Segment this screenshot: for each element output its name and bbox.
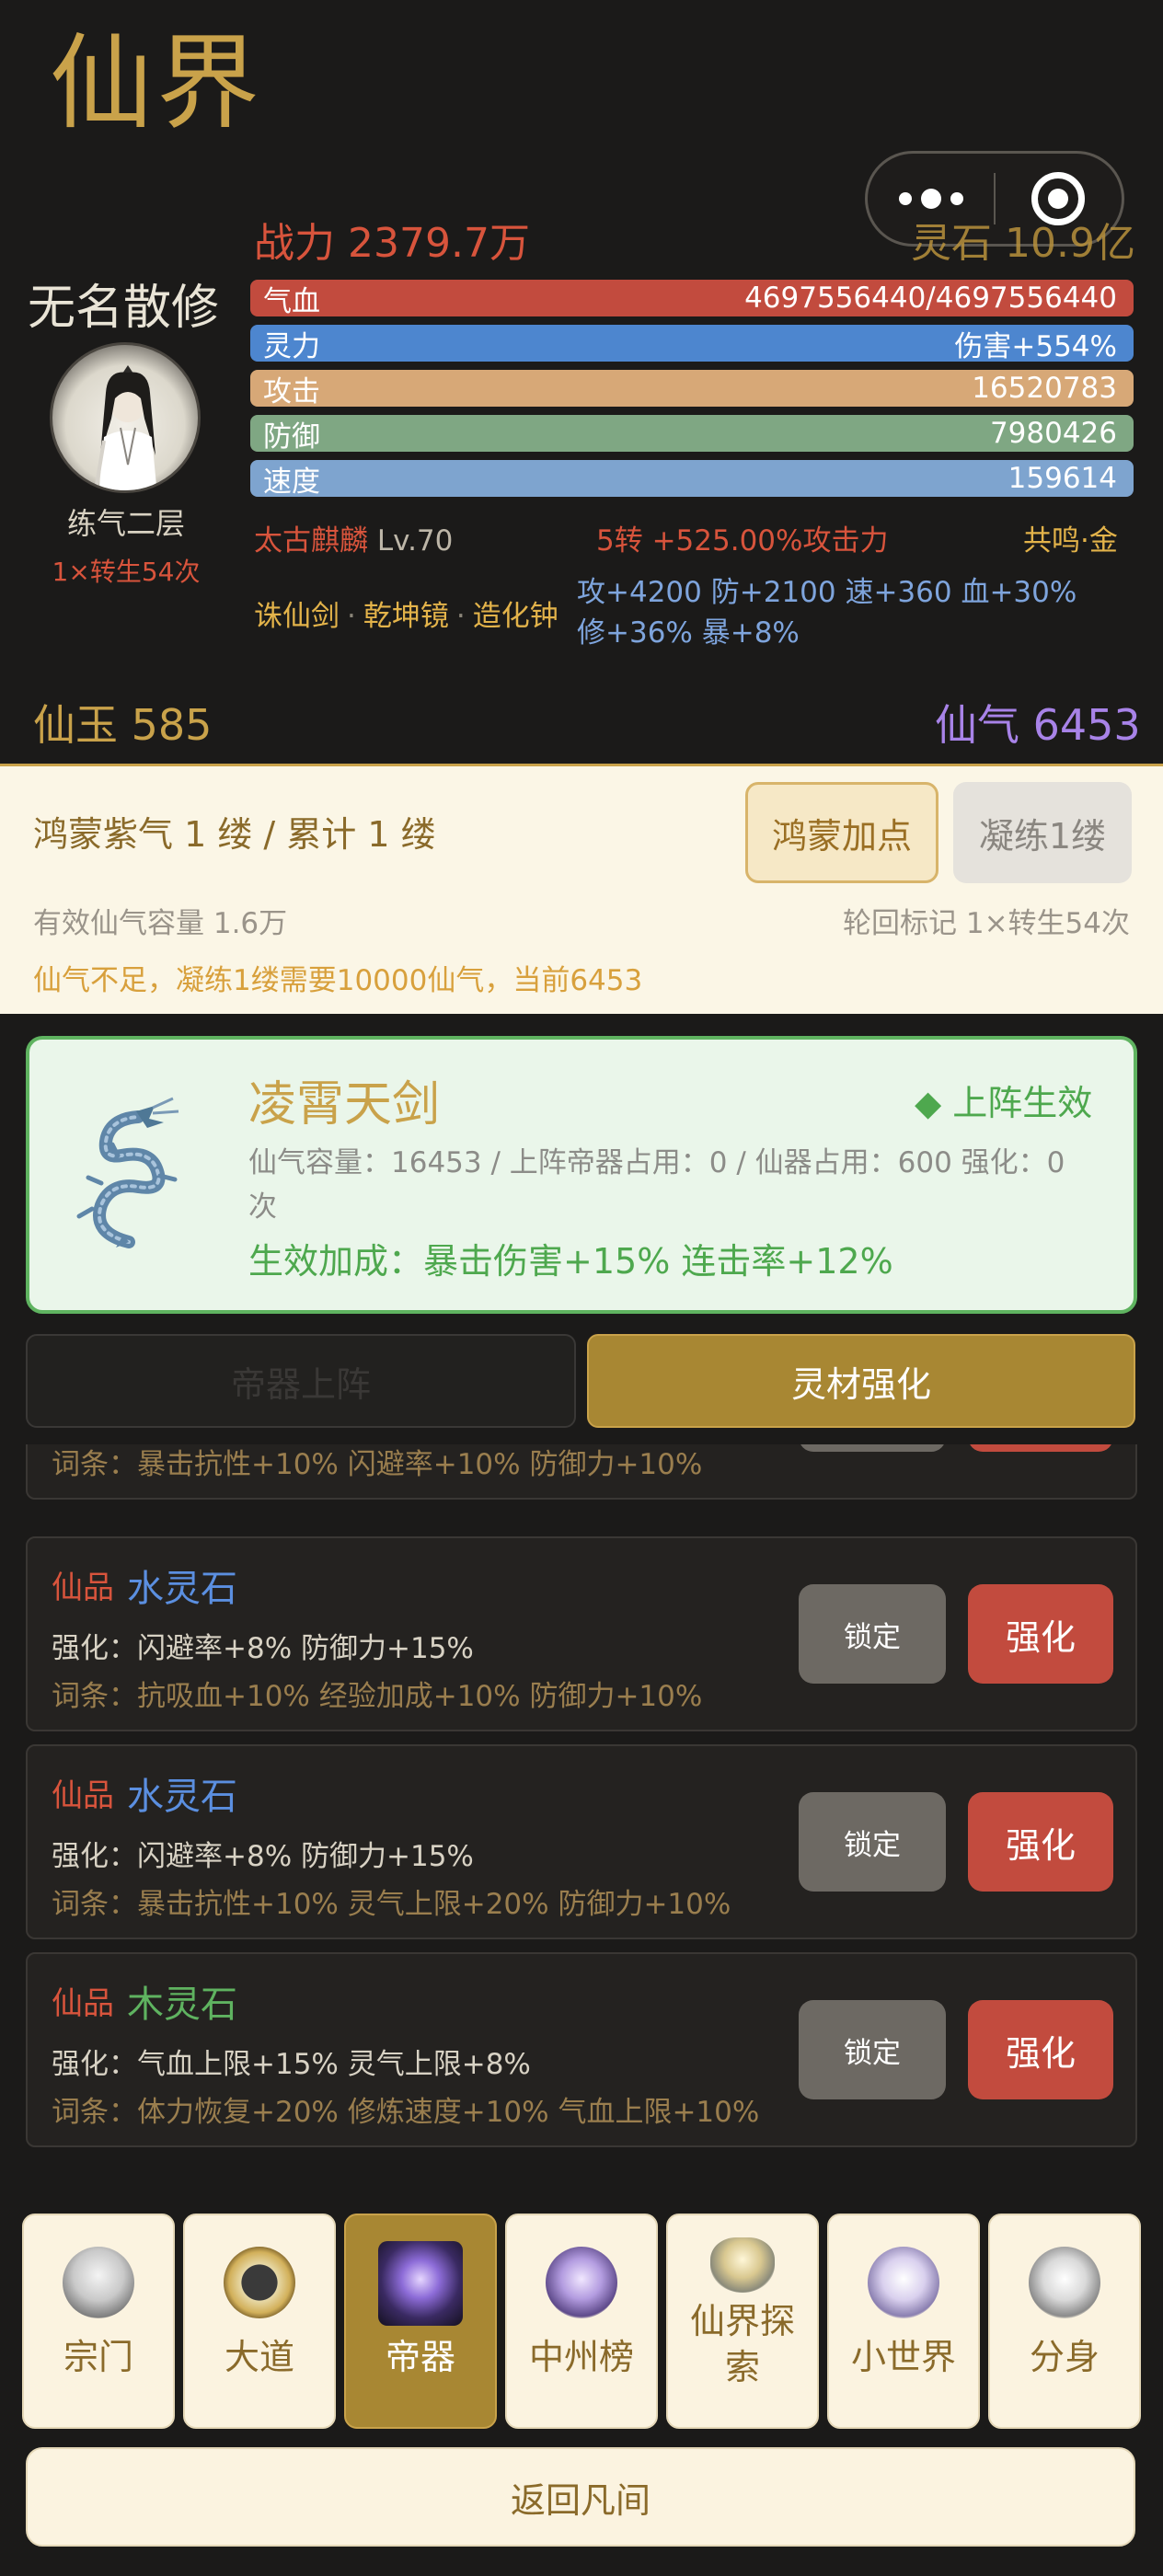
rebirth-count: 1×转生54次 — [52, 557, 201, 587]
attack-bar: 攻击 16520783 — [250, 370, 1134, 408]
material-affix: 词条：暴击抗性+10% 灵气上限+20% 防御力+10% — [52, 1888, 731, 1921]
pet-info[interactable]: 太古麒麟 Lv.70 — [254, 517, 453, 558]
nav-item-emperor-artifact[interactable]: 帝器 — [344, 2214, 497, 2429]
nav-item-clone[interactable]: 分身 — [988, 2214, 1141, 2429]
page-title: 仙界 — [50, 24, 263, 144]
hongmeng-title: 鸿蒙紫气 1 缕 / 累计 1 缕 — [33, 814, 436, 855]
artifact-list: 诛仙剑 · 乾坤镜 · 造化钟 — [254, 600, 558, 633]
lock-button[interactable]: 锁定 — [799, 1792, 946, 1892]
cultivator-portrait-icon — [93, 365, 157, 490]
material-strengthen-button[interactable]: 灵材强化 — [587, 1334, 1135, 1428]
material-name: 水灵石 — [127, 1776, 237, 1818]
equipped-info: 仙气容量：16453 / 上阵帝器占用：0 / 仙器占用：600 强化：0次 — [248, 1146, 1065, 1224]
bottom-nav: 宗门 大道 帝器 中州榜 仙界探索 小世界 分身 — [22, 2214, 1141, 2429]
material-affix: 词条：抗吸血+10% 经验加成+10% 防御力+10% — [52, 1680, 703, 1713]
capacity-text: 有效仙气容量 1.6万 — [33, 907, 288, 940]
nav-label: 宗门 — [63, 2337, 133, 2377]
pet-level: Lv.70 — [376, 524, 454, 558]
list-item: 仙品 木灵石 强化：气血上限+15% 灵气上限+8% 词条：体力恢复+20% 修… — [26, 1952, 1137, 2147]
artifact-item[interactable]: 诛仙剑 — [254, 600, 340, 633]
material-affix: 词条：体力恢复+20% 修炼速度+10% 气血上限+10% — [52, 2096, 760, 2129]
lock-button[interactable]: 锁定 — [799, 1584, 946, 1684]
pet-buff: 5转 +525.00%攻击力 — [596, 524, 889, 558]
mana-value: 伤害+554% — [954, 329, 1117, 363]
nav-item-ranking[interactable]: 中州榜 — [505, 2214, 658, 2429]
artifact-item[interactable]: 乾坤镜 — [363, 600, 449, 633]
small-world-icon — [868, 2247, 939, 2318]
list-item: 仙品 水灵石 强化：闪避率+8% 防御力+15% 词条：暴击抗性+10% 灵气上… — [26, 1744, 1137, 1939]
nav-label: 仙界探索 — [689, 2301, 795, 2387]
material-enhance: 强化：闪避率+8% 防御力+15% — [52, 1840, 474, 1873]
speed-label: 速度 — [263, 465, 320, 499]
defense-bar: 防御 7980426 — [250, 415, 1134, 454]
nav-item-sect[interactable]: 宗门 — [22, 2214, 175, 2429]
equipped-bonus: 生效加成：暴击伤害+15% 连击率+12% — [248, 1241, 893, 1282]
material-affix: 词条：暴击抗性+10% 闪避率+10% 防御力+10% — [52, 1448, 703, 1481]
defense-value: 7980426 — [989, 417, 1117, 450]
nav-label: 大道 — [224, 2337, 294, 2377]
player-name: 无名散修 — [28, 281, 220, 336]
artifact-bonus: 攻+4200 防+2100 速+360 血+30% 修+36% 暴+8% — [577, 576, 1077, 650]
taiji-icon — [224, 2247, 295, 2318]
spirit-stone-count: 灵石 10.9亿 — [911, 220, 1135, 267]
immortal-qi-count: 仙气 6453 — [935, 700, 1141, 750]
avatar[interactable] — [50, 342, 201, 493]
material-grade: 仙品 — [52, 1777, 114, 1814]
list-item: 词条：暴击抗性+10% 闪避率+10% 防御力+10% — [26, 1444, 1137, 1500]
hongmeng-add-button[interactable]: 鸿蒙加点 — [745, 782, 938, 883]
equipped-status: ◆ 上阵生效 — [915, 1083, 1093, 1123]
nav-label: 分身 — [1029, 2337, 1100, 2377]
attack-value: 16520783 — [972, 372, 1117, 405]
rebirth-mark-text: 轮回标记 1×转生54次 — [843, 907, 1130, 940]
mana-label: 灵力 — [263, 329, 320, 363]
speed-bar: 速度 159614 — [250, 460, 1134, 499]
speed-value: 159614 — [1008, 462, 1117, 495]
defense-label: 防御 — [263, 420, 320, 454]
hp-label: 气血 — [263, 284, 320, 318]
lock-button[interactable]: 锁定 — [799, 2000, 946, 2099]
attack-label: 攻击 — [263, 374, 320, 408]
artifact-item[interactable]: 造化钟 — [473, 600, 558, 633]
material-list[interactable]: 词条：暴击抗性+10% 闪避率+10% 防御力+10% 仙品 水灵石 强化：闪避… — [26, 1444, 1137, 2153]
hp-value: 4697556440/4697556440 — [744, 282, 1117, 315]
list-item: 仙品 水灵石 强化：闪避率+8% 防御力+15% 词条：抗吸血+10% 经验加成… — [26, 1536, 1137, 1731]
nav-label: 帝器 — [385, 2337, 455, 2377]
emperor-artifact-icon — [378, 2241, 463, 2326]
more-icon — [898, 192, 912, 205]
nav-label: 中州榜 — [528, 2337, 634, 2377]
nav-item-dao[interactable]: 大道 — [183, 2214, 336, 2429]
material-name: 木灵石 — [127, 1984, 237, 2026]
strengthen-button[interactable]: 强化 — [968, 1792, 1113, 1892]
explore-icon — [710, 2237, 775, 2293]
combat-power: 战力 2379.7万 — [254, 220, 530, 267]
material-name: 水灵石 — [127, 1568, 237, 1610]
mana-bar: 灵力 伤害+554% — [250, 325, 1134, 363]
ranking-icon — [546, 2247, 617, 2318]
material-grade: 仙品 — [52, 1570, 114, 1606]
nav-label: 小世界 — [850, 2337, 956, 2377]
strengthen-button[interactable] — [968, 1444, 1113, 1452]
nav-item-small-world[interactable]: 小世界 — [827, 2214, 980, 2429]
dragon-icon — [64, 1095, 204, 1251]
lock-button[interactable] — [799, 1444, 946, 1452]
warning-text: 仙气不足，凝练1缕需要10000仙气，当前6453 — [33, 964, 643, 997]
refine-button[interactable]: 凝练1缕 — [953, 782, 1132, 883]
return-mortal-world-button[interactable]: 返回凡间 — [26, 2447, 1135, 2547]
resonance-badge: 共鸣·金 — [1023, 524, 1118, 558]
nav-item-explore[interactable]: 仙界探索 — [666, 2214, 819, 2429]
deploy-artifact-button[interactable]: 帝器上阵 — [26, 1334, 576, 1428]
hp-bar: 气血 4697556440/4697556440 — [250, 280, 1134, 318]
equipped-artifact-name: 凌霄天剑 — [248, 1077, 441, 1133]
strengthen-button[interactable]: 强化 — [968, 1584, 1113, 1684]
material-grade: 仙品 — [52, 1985, 114, 2022]
cultivation-realm: 练气二层 — [66, 506, 185, 541]
strengthen-button[interactable]: 强化 — [968, 2000, 1113, 2099]
temple-icon — [63, 2247, 134, 2318]
pet-name: 太古麒麟 — [254, 524, 368, 558]
immortal-jade-count: 仙玉 585 — [33, 700, 213, 750]
material-enhance: 强化：气血上限+15% 灵气上限+8% — [52, 2048, 531, 2081]
avatar-clone-icon — [1029, 2247, 1100, 2318]
material-enhance: 强化：闪避率+8% 防御力+15% — [52, 1632, 474, 1665]
